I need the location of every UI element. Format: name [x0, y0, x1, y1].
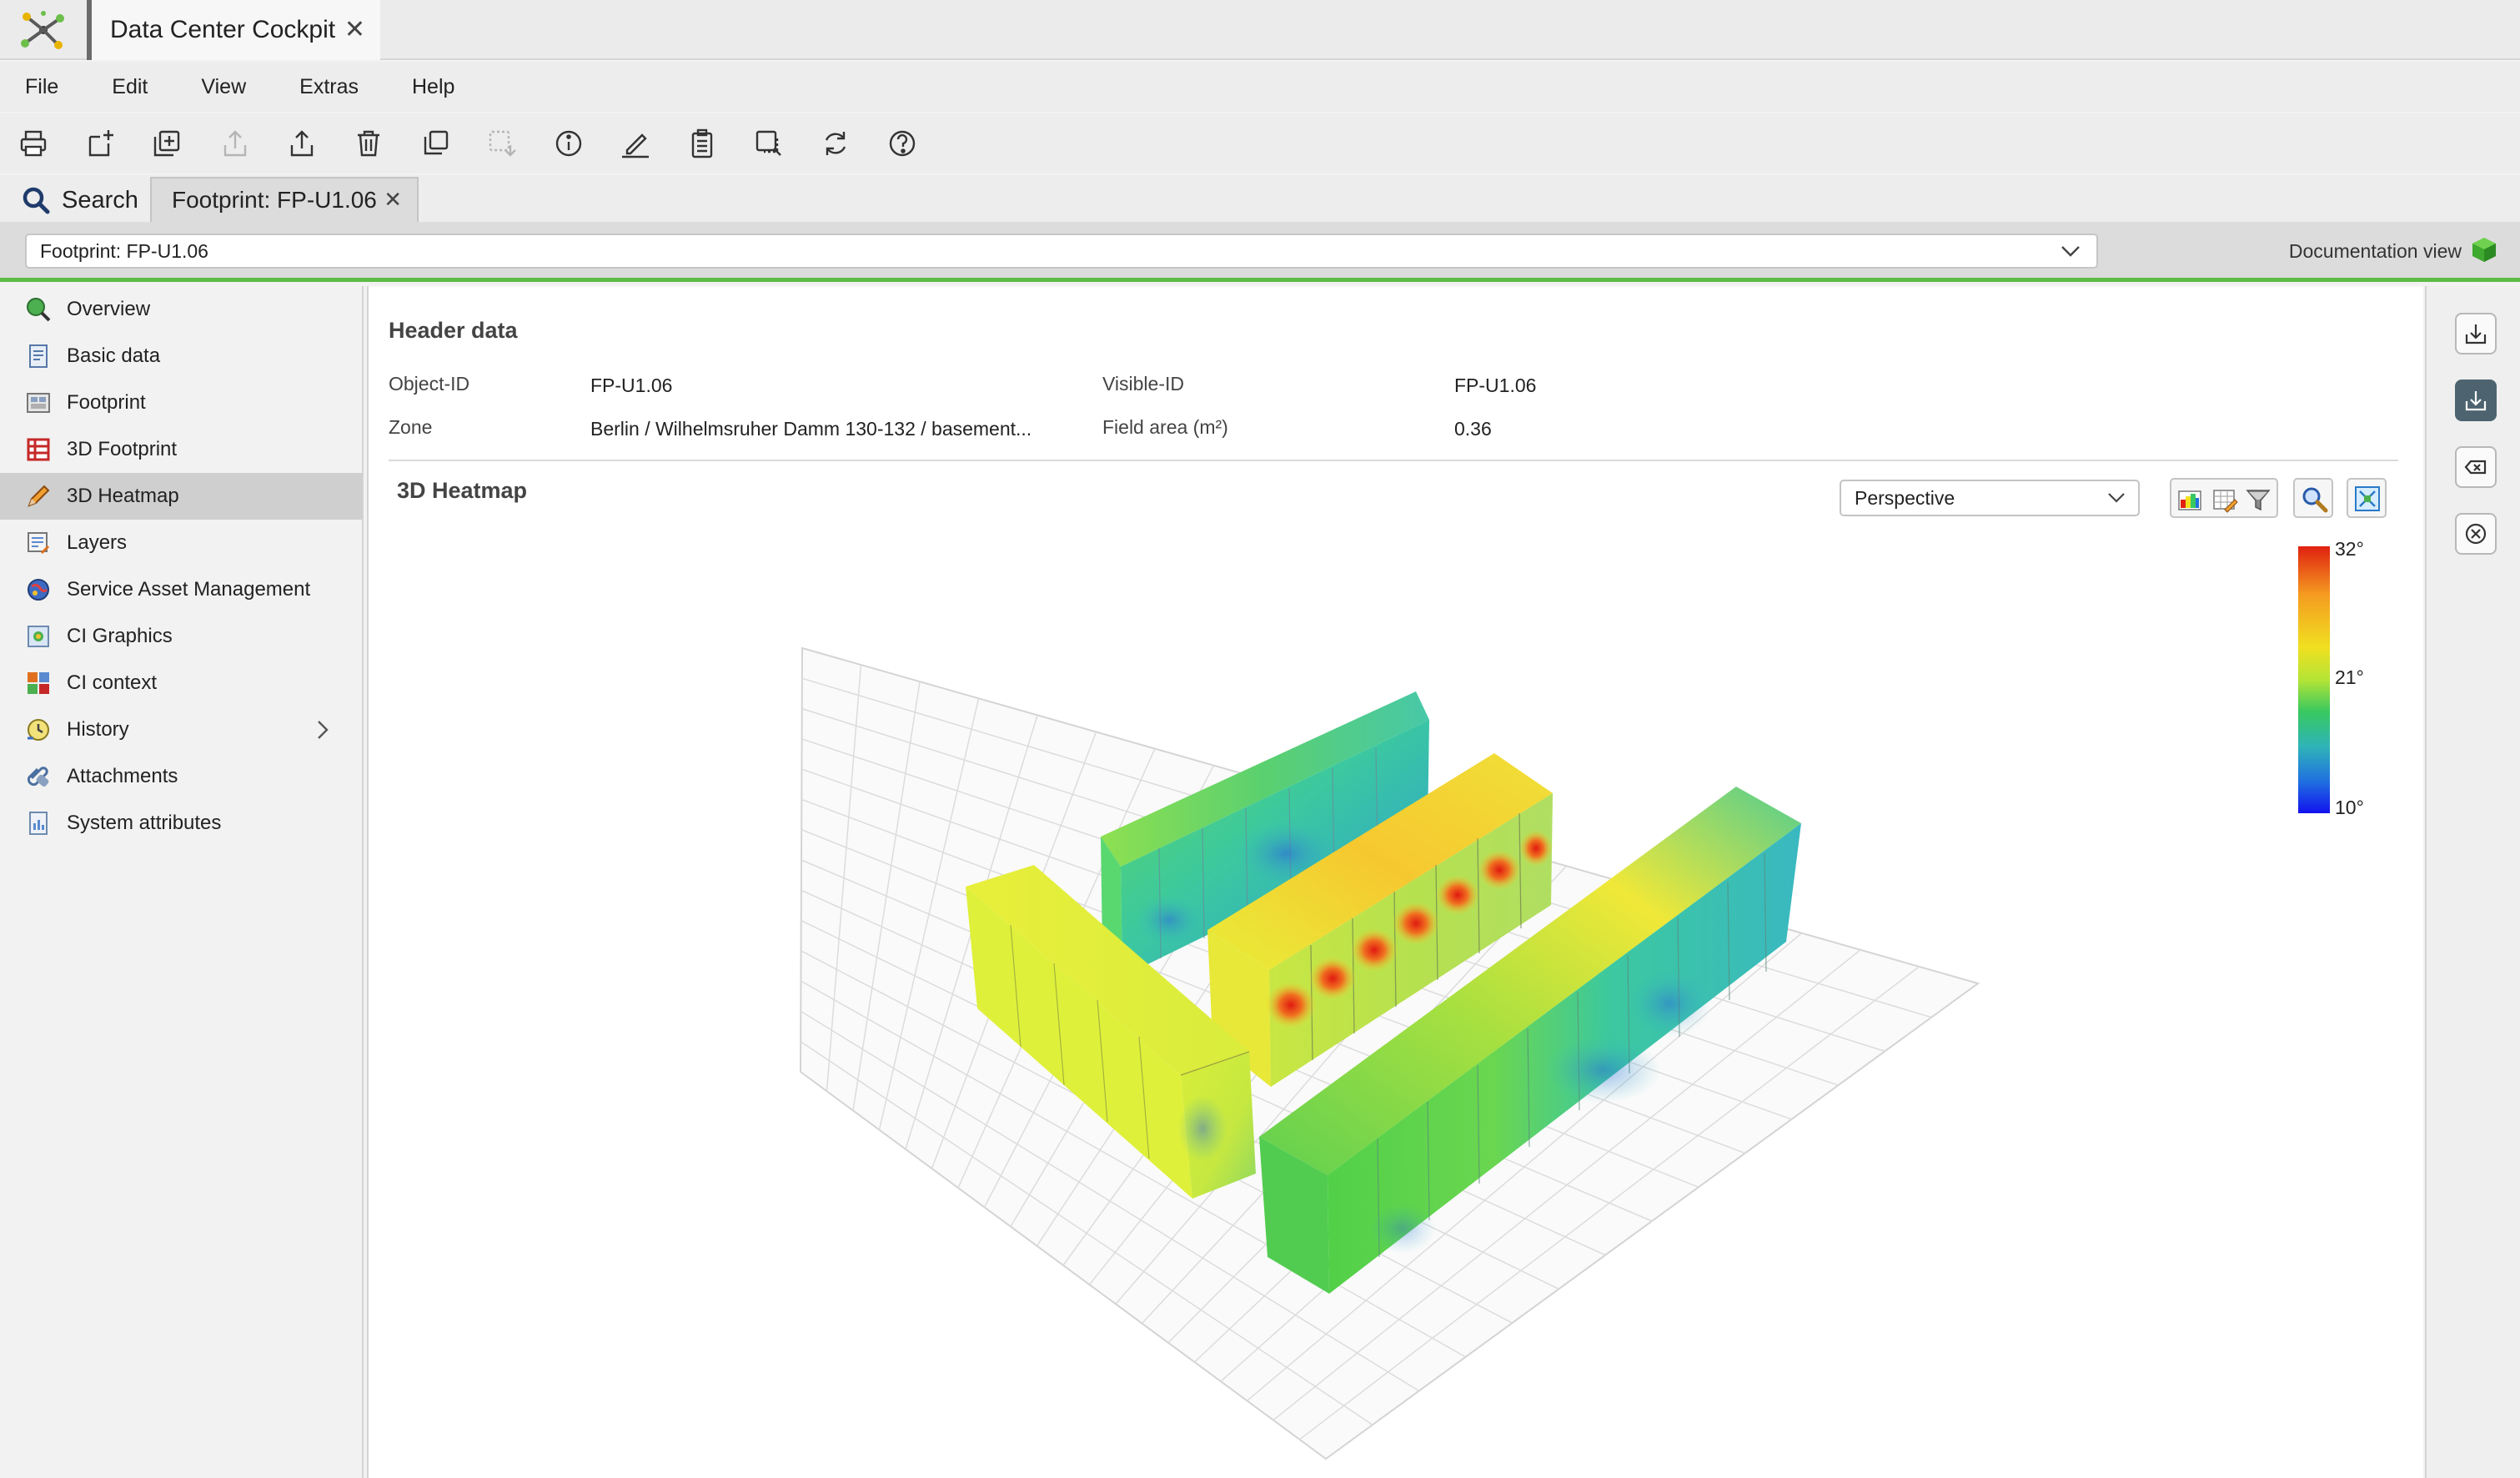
heatmap-3d-view[interactable] [369, 286, 2425, 1478]
menu-bar: File Edit View Extras Help [0, 62, 2520, 112]
menu-edit[interactable]: Edit [112, 75, 148, 99]
app-title: Data Center Cockpit [110, 16, 336, 43]
sidebar-item-system-attributes[interactable]: System attributes [0, 800, 362, 847]
menu-help[interactable]: Help [412, 75, 454, 99]
sidebar-item-layers[interactable]: Layers [0, 520, 362, 566]
sidebar-item-3d-heatmap[interactable]: 3D Heatmap [0, 473, 362, 520]
paste-disabled-icon [485, 127, 519, 160]
sidebar-item-label: History [67, 718, 129, 741]
object-selector-row: Footprint: FP-U1.06 Documentation view [0, 222, 2520, 282]
delete-icon[interactable] [352, 127, 385, 160]
menu-file[interactable]: File [25, 75, 58, 99]
sidebar-item-label: Service Asset Management [67, 578, 311, 601]
sidebar-item-ci-context[interactable]: CI context [0, 660, 362, 706]
sidebar: Overview Basic data Footprint 3D Footpri… [0, 286, 364, 1478]
search-icon [23, 187, 50, 214]
sidebar-item-label: Overview [67, 298, 151, 320]
download-icon [2465, 324, 2487, 344]
export-icon[interactable] [285, 127, 319, 160]
toolbar [0, 113, 2520, 173]
sidebar-item-overview[interactable]: Overview [0, 286, 362, 333]
sidebar-item-history[interactable]: History [0, 706, 362, 753]
select-icon[interactable] [752, 127, 786, 160]
info-icon[interactable] [552, 127, 585, 160]
sidebar-item-3d-footprint[interactable]: 3D Footprint [0, 426, 362, 473]
sidebar-item-label: CI context [67, 671, 158, 694]
chevron-right-icon[interactable] [314, 718, 332, 742]
ci-graphics-icon [28, 626, 49, 647]
title-bar: Data Center Cockpit ✕ [0, 0, 2520, 60]
sidebar-item-label: 3D Heatmap [67, 485, 179, 507]
close-icon[interactable]: ✕ [384, 187, 402, 213]
layers-icon [28, 532, 50, 555]
3d-footprint-icon [27, 438, 50, 461]
clear-icon [2464, 460, 2487, 475]
cube-icon[interactable] [2470, 235, 2498, 264]
sidebar-item-service-asset-management[interactable]: Service Asset Management [0, 566, 362, 613]
sidebar-item-label: Layers [67, 531, 128, 554]
document-icon [29, 344, 48, 368]
sidebar-item-label: System attributes [67, 812, 222, 834]
download-active-button[interactable] [2455, 380, 2497, 421]
copy-icon[interactable] [419, 127, 452, 160]
sidebar-item-label: CI Graphics [67, 625, 173, 647]
close-circle-button[interactable] [2455, 513, 2497, 555]
sidebar-item-label: 3D Footprint [67, 438, 178, 460]
chevron-down-icon [2061, 246, 2080, 257]
document-tabs: Search Footprint: FP-U1.06 ✕ [0, 175, 2520, 222]
main-content: Header data Object-ID FP-U1.06 Visible-I… [367, 286, 2423, 1478]
new-icon[interactable] [83, 127, 117, 160]
app-tab[interactable]: Data Center Cockpit ✕ [87, 0, 380, 60]
clear-button[interactable] [2455, 446, 2497, 488]
footprint-tab-label: Footprint: FP-U1.06 [172, 187, 377, 213]
pencil-icon [28, 485, 50, 507]
object-select[interactable]: Footprint: FP-U1.06 [25, 234, 2098, 269]
menu-extras[interactable]: Extras [299, 75, 359, 99]
help-icon[interactable] [886, 127, 919, 160]
sidebar-item-basic-data[interactable]: Basic data [0, 333, 362, 380]
footprint-tab[interactable]: Footprint: FP-U1.06 ✕ [150, 177, 419, 222]
search-tab-label: Search [62, 186, 138, 214]
sidebar-item-label: Attachments [67, 765, 178, 787]
sidebar-item-label: Basic data [67, 344, 161, 367]
close-circle-icon [2465, 523, 2487, 545]
edit-icon[interactable] [619, 127, 652, 160]
overview-icon [27, 298, 51, 322]
clipboard-icon[interactable] [685, 127, 719, 160]
documentation-view-label[interactable]: Documentation view [2289, 240, 2462, 263]
refresh-icon[interactable] [819, 127, 852, 160]
footprint-icon [27, 393, 50, 413]
history-icon [28, 719, 49, 741]
ci-context-icon [28, 672, 49, 694]
close-icon[interactable]: ✕ [344, 15, 365, 44]
print-icon[interactable] [17, 127, 50, 160]
sidebar-item-ci-graphics[interactable]: CI Graphics [0, 613, 362, 660]
sidebar-item-label: Footprint [67, 391, 146, 414]
download-active-icon [2465, 391, 2487, 411]
globe-icon [28, 579, 49, 601]
sidebar-item-footprint[interactable]: Footprint [0, 380, 362, 426]
new-copy-icon[interactable] [150, 127, 183, 160]
search-tab[interactable]: Search [22, 178, 138, 222]
menu-view[interactable]: View [201, 75, 246, 99]
right-action-rail [2425, 286, 2520, 1478]
app-logo-icon [21, 11, 64, 49]
object-select-value: Footprint: FP-U1.06 [40, 239, 208, 262]
system-attributes-icon [29, 812, 48, 835]
attachment-icon [27, 767, 49, 787]
sidebar-item-attachments[interactable]: Attachments [0, 753, 362, 800]
download-button[interactable] [2455, 313, 2497, 354]
export-disabled-icon [218, 127, 252, 160]
